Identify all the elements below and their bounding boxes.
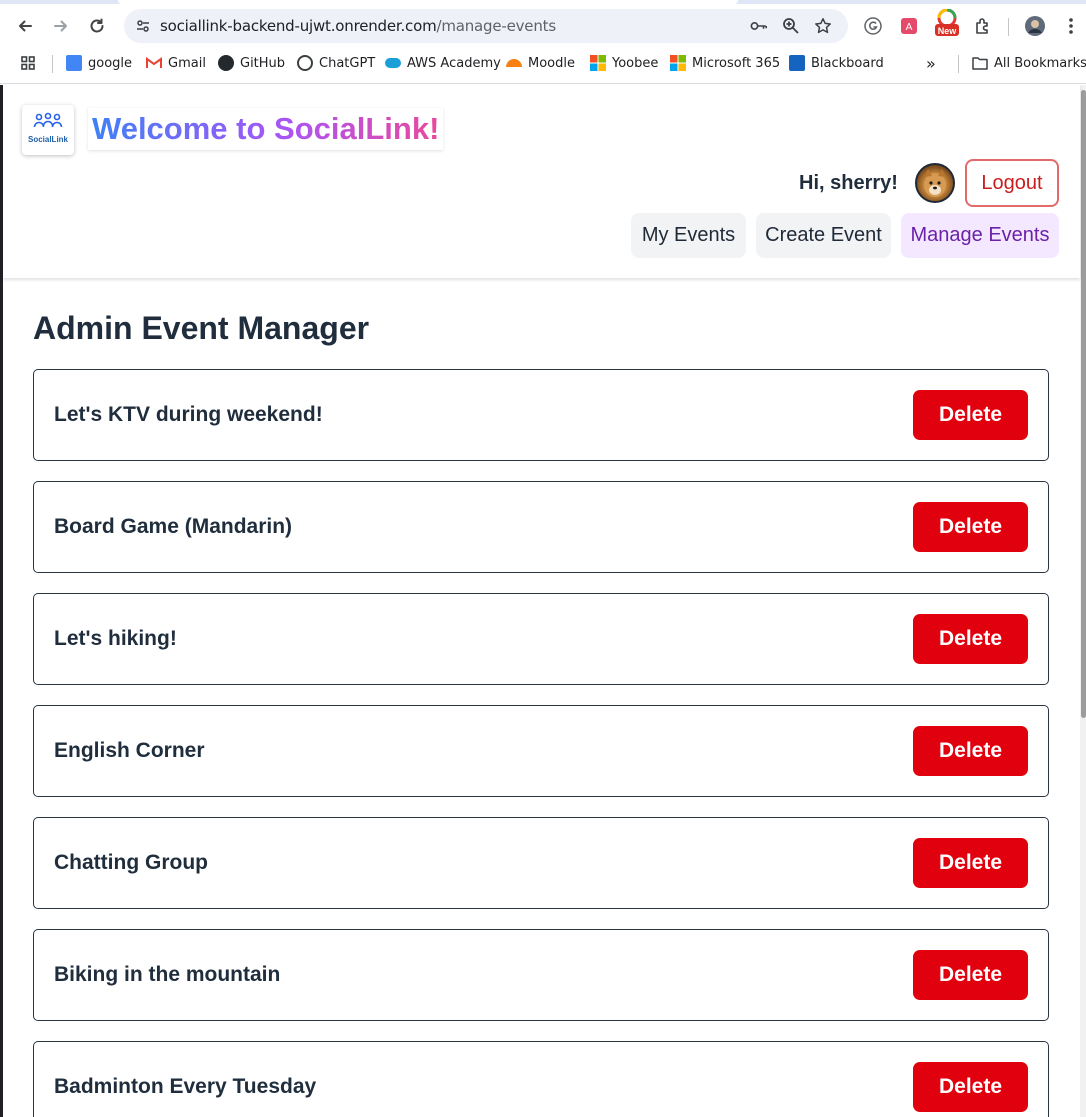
event-title: Let's KTV during weekend! <box>54 403 323 426</box>
bookmark-label: Yoobee <box>612 55 659 71</box>
dog-avatar-icon <box>924 169 946 197</box>
url-host: sociallink-backend-ujwt.onrender.com <box>160 17 437 35</box>
nav-my-events[interactable]: My Events <box>631 213 746 258</box>
event-card: Badminton Every Tuesday Delete <box>33 1041 1049 1117</box>
bookmark-google[interactable]: google <box>66 54 132 72</box>
forward-icon[interactable] <box>49 14 73 38</box>
bookmark-chatgpt[interactable]: ChatGPT <box>297 54 375 72</box>
bookmark-label: google <box>88 55 133 71</box>
bookmark-aws-academy[interactable]: AWS Academy <box>385 54 501 72</box>
event-card: Biking in the mountain Delete <box>33 929 1049 1021</box>
nav-manage-events[interactable]: Manage Events <box>901 213 1059 258</box>
event-card: Let's hiking! Delete <box>33 593 1049 685</box>
event-title: Let's hiking! <box>54 627 177 650</box>
folder-icon <box>972 57 988 70</box>
browser-toolbar: sociallink-backend-ujwt.onrender.com/man… <box>0 0 1086 84</box>
new-badge: New <box>937 26 957 36</box>
all-bookmarks[interactable]: All Bookmarks <box>972 54 1086 72</box>
sociallink-logo[interactable]: SocialLink <box>22 105 74 155</box>
bookmark-label: Gmail <box>168 55 206 71</box>
user-avatar[interactable] <box>915 163 955 203</box>
profile-avatar-icon[interactable] <box>1024 15 1046 37</box>
event-title: Badminton Every Tuesday <box>54 1075 317 1098</box>
delete-event-button[interactable]: Delete <box>913 390 1028 440</box>
bookmarks-divider <box>958 55 959 73</box>
svg-text:A: A <box>906 22 913 33</box>
reload-icon[interactable] <box>85 14 109 38</box>
event-list: Let's KTV during weekend! Delete Board G… <box>33 369 1049 1117</box>
bookmark-label: Moodle <box>528 55 575 71</box>
site-info-icon[interactable] <box>134 17 152 35</box>
bookmark-label: AWS Academy <box>407 55 501 71</box>
password-key-icon[interactable] <box>750 17 768 35</box>
browser-menu-icon[interactable] <box>1060 15 1082 37</box>
bookmark-gmail[interactable]: Gmail <box>146 54 206 72</box>
page-title: Admin Event Manager <box>33 310 370 346</box>
bookmark-yoobee[interactable]: Yoobee <box>590 54 658 72</box>
bookmark-label: Blackboard <box>811 55 884 71</box>
new-extension-icon[interactable]: New <box>934 9 960 36</box>
yoobee-icon <box>590 55 606 71</box>
blackboard-icon <box>789 55 805 71</box>
event-card: English Corner Delete <box>33 705 1049 797</box>
delete-event-button[interactable]: Delete <box>913 726 1028 776</box>
delete-event-button[interactable]: Delete <box>913 1062 1028 1112</box>
event-title: Biking in the mountain <box>54 963 281 986</box>
scrollbar-thumb[interactable] <box>1081 90 1086 718</box>
microsoft-icon <box>670 55 686 71</box>
active-tab[interactable] <box>118 0 738 4</box>
people-group-icon <box>33 112 63 128</box>
bookmark-label: ChatGPT <box>319 55 376 71</box>
grammarly-icon[interactable] <box>862 15 884 37</box>
translate-extension-icon[interactable]: A <box>898 15 920 37</box>
bookmark-microsoft-365[interactable]: Microsoft 365 <box>670 54 780 72</box>
event-card: Board Game (Mandarin) Delete <box>33 481 1049 573</box>
url-path: /manage-events <box>436 17 556 35</box>
site-header: SocialLink Welcome to SocialLink! Hi, sh… <box>3 85 1080 278</box>
nav-create-event[interactable]: Create Event <box>756 213 891 258</box>
extensions-puzzle-icon[interactable] <box>972 15 994 37</box>
bookmark-moodle[interactable]: Moodle <box>506 54 575 72</box>
cloud-icon <box>385 58 401 68</box>
apps-grid-icon[interactable] <box>20 54 36 72</box>
delete-event-button[interactable]: Delete <box>913 614 1028 664</box>
github-icon <box>218 55 234 71</box>
bookmark-github[interactable]: GitHub <box>218 54 285 72</box>
event-title: Chatting Group <box>54 851 208 874</box>
address-bar[interactable]: sociallink-backend-ujwt.onrender.com/man… <box>124 9 848 43</box>
delete-event-button[interactable]: Delete <box>913 502 1028 552</box>
bookmark-blackboard[interactable]: Blackboard <box>789 54 884 72</box>
gmail-icon <box>146 57 162 68</box>
event-title: English Corner <box>54 739 205 762</box>
zoom-icon[interactable] <box>782 17 800 35</box>
delete-event-button[interactable]: Delete <box>913 838 1028 888</box>
google-translate-icon <box>66 55 82 71</box>
bookmark-label: GitHub <box>240 55 286 71</box>
tab-strip <box>0 0 1086 4</box>
welcome-heading: Welcome to SocialLink! <box>88 108 443 150</box>
event-title: Board Game (Mandarin) <box>54 515 293 538</box>
event-card: Let's KTV during weekend! Delete <box>33 369 1049 461</box>
moodle-icon <box>506 59 522 67</box>
back-icon[interactable] <box>13 14 37 38</box>
bookmarks-bar: google Gmail GitHub ChatGPT AWS Academy … <box>0 50 1086 76</box>
all-bookmarks-label: All Bookmarks <box>994 55 1086 71</box>
delete-event-button[interactable]: Delete <box>913 950 1028 1000</box>
bookmark-label: Microsoft 365 <box>692 55 781 71</box>
url-text[interactable]: sociallink-backend-ujwt.onrender.com/man… <box>160 17 556 35</box>
logo-text: SocialLink <box>27 135 68 144</box>
chatgpt-icon <box>297 55 313 71</box>
more-bookmarks-chevron-icon[interactable]: » <box>926 54 936 73</box>
event-card: Chatting Group Delete <box>33 817 1049 909</box>
logout-button[interactable]: Logout <box>965 159 1059 207</box>
bookmark-star-icon[interactable] <box>814 17 832 35</box>
user-greeting: Hi, sherry! <box>799 172 898 194</box>
toolbar-divider <box>1008 18 1009 36</box>
bookmarks-divider <box>52 55 53 73</box>
